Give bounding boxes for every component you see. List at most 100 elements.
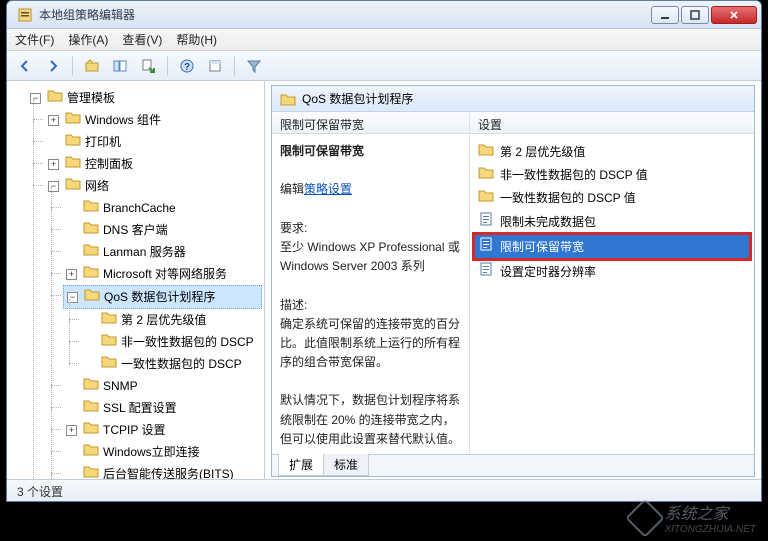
close-button[interactable] bbox=[711, 6, 757, 24]
expand-icon[interactable]: + bbox=[66, 269, 77, 280]
tree-item[interactable]: 打印机 bbox=[45, 131, 262, 153]
policy-icon bbox=[478, 211, 494, 232]
folder-icon bbox=[478, 165, 494, 184]
description-p1: 确定系统可保留的连接带宽的百分比。此值限制系统上运行的所有程序的组合带宽保留。 bbox=[280, 317, 460, 369]
folder-icon bbox=[280, 92, 296, 106]
tree-item-label: SSL 配置设置 bbox=[103, 398, 177, 418]
tree-pane[interactable]: − 管理模板 + Windows 组件打印机 + 控制面板 − 网络BranchCacheDN… bbox=[7, 81, 265, 479]
tree-item[interactable]: 一致性数据包的 DSCP bbox=[81, 353, 262, 375]
settings-item-label: 限制可保留带宽 bbox=[500, 238, 584, 256]
client-area: − 管理模板 + Windows 组件打印机 + 控制面板 − 网络BranchCacheDN… bbox=[7, 81, 761, 479]
folder-icon bbox=[83, 220, 99, 240]
collapse-icon[interactable]: − bbox=[30, 93, 41, 104]
tree-item[interactable]: 非一致性数据包的 DSCP bbox=[81, 331, 262, 353]
tree-item-label: TCPIP 设置 bbox=[103, 420, 165, 440]
menu-file[interactable]: 文件(F) bbox=[15, 31, 54, 48]
requirements-text: 至少 Windows XP Professional 或 Windows Ser… bbox=[280, 240, 460, 273]
tree-item[interactable]: 第 2 层优先级值 bbox=[81, 309, 262, 331]
tab-standard[interactable]: 标准 bbox=[323, 454, 369, 476]
tree-item[interactable]: − 网络 bbox=[45, 175, 262, 197]
tree-item[interactable]: −QoS 数据包计划程序 bbox=[63, 285, 262, 309]
description-label: 描述: bbox=[280, 298, 307, 312]
tree-item[interactable]: + TCPIP 设置 bbox=[63, 419, 262, 441]
menu-view[interactable]: 查看(V) bbox=[122, 31, 162, 48]
forward-button[interactable] bbox=[41, 54, 65, 78]
tree-item[interactable]: BranchCache bbox=[63, 197, 262, 219]
tab-extended[interactable]: 扩展 bbox=[278, 454, 324, 476]
app-icon bbox=[17, 7, 33, 23]
maximize-button[interactable] bbox=[681, 6, 709, 24]
tree-item-label: 管理模板 bbox=[67, 88, 115, 108]
requirements-label: 要求: bbox=[280, 221, 307, 235]
title-bar[interactable]: 本地组策略编辑器 bbox=[7, 1, 761, 29]
policy-name: 限制可保留带宽 bbox=[280, 142, 461, 161]
toolbar: ? bbox=[7, 51, 761, 81]
tree-root-item[interactable]: − 管理模板 bbox=[27, 87, 262, 109]
tree-item[interactable]: SNMP bbox=[63, 375, 262, 397]
expander-blank bbox=[66, 225, 77, 236]
collapse-icon[interactable]: − bbox=[48, 181, 59, 192]
right-header: QoS 数据包计划程序 bbox=[272, 86, 754, 112]
folder-icon bbox=[65, 110, 81, 130]
folder-icon bbox=[101, 332, 117, 352]
settings-item[interactable]: 非一致性数据包的 DSCP 值 bbox=[474, 163, 750, 186]
folder-icon bbox=[84, 287, 100, 307]
description-body: 限制可保留带宽 编辑策略设置 要求: 至少 Windows XP Profess… bbox=[272, 134, 469, 454]
tree-item-label: 网络 bbox=[85, 176, 109, 196]
tree-item-label: 非一致性数据包的 DSCP bbox=[121, 332, 254, 352]
toolbar-separator bbox=[234, 56, 235, 76]
minimize-button[interactable] bbox=[651, 6, 679, 24]
folder-icon bbox=[83, 464, 99, 479]
expand-icon[interactable]: + bbox=[66, 425, 77, 436]
tree-item-label: Microsoft 对等网络服务 bbox=[103, 264, 227, 284]
tree-item[interactable]: DNS 客户端 bbox=[63, 219, 262, 241]
watermark-icon bbox=[625, 498, 665, 538]
settings-item[interactable]: 限制可保留带宽 bbox=[474, 234, 750, 259]
up-button[interactable] bbox=[80, 54, 104, 78]
settings-item-label: 第 2 层优先级值 bbox=[500, 143, 585, 161]
description-p2: 默认情况下，数据包计划程序将系统限制在 20% 的连接带宽之内，但可以使用此设置… bbox=[280, 393, 460, 445]
folder-icon bbox=[83, 398, 99, 418]
menu-action[interactable]: 操作(A) bbox=[68, 31, 108, 48]
tree-item[interactable]: + 控制面板 bbox=[45, 153, 262, 175]
tree-item[interactable]: Windows立即连接 bbox=[63, 441, 262, 463]
filter-button[interactable] bbox=[242, 54, 266, 78]
tree-item-label: Lanman 服务器 bbox=[103, 242, 186, 262]
export-list-button[interactable] bbox=[136, 54, 160, 78]
settings-item[interactable]: 一致性数据包的 DSCP 值 bbox=[474, 186, 750, 209]
tree-item[interactable]: SSL 配置设置 bbox=[63, 397, 262, 419]
expand-icon[interactable]: + bbox=[48, 159, 59, 170]
window-buttons bbox=[651, 6, 757, 24]
tree-item-label: 控制面板 bbox=[85, 154, 133, 174]
menu-help[interactable]: 帮助(H) bbox=[176, 31, 217, 48]
help-button[interactable]: ? bbox=[175, 54, 199, 78]
desc-col-head: 限制可保留带宽 bbox=[272, 112, 469, 134]
settings-item[interactable]: 第 2 层优先级值 bbox=[474, 140, 750, 163]
watermark-main: 系统之家 bbox=[665, 506, 729, 523]
show-hide-tree-button[interactable] bbox=[108, 54, 132, 78]
settings-item[interactable]: 限制未完成数据包 bbox=[474, 209, 750, 234]
tabs-bar: 扩展 标准 bbox=[272, 454, 754, 476]
back-button[interactable] bbox=[13, 54, 37, 78]
settings-item[interactable]: 设置定时器分辨率 bbox=[474, 259, 750, 284]
tree-item[interactable]: 后台智能传送服务(BITS) bbox=[63, 463, 262, 479]
watermark-sub: XITONGZHIJIA.NET bbox=[665, 524, 757, 535]
tree-item-label: Windows 组件 bbox=[85, 110, 161, 130]
app-window: 本地组策略编辑器 文件(F) 操作(A) 查看(V) 帮助(H) ? − 管理模板… bbox=[6, 0, 762, 502]
properties-button[interactable] bbox=[203, 54, 227, 78]
expander-blank bbox=[66, 381, 77, 392]
settings-list[interactable]: 第 2 层优先级值非一致性数据包的 DSCP 值一致性数据包的 DSCP 值限制… bbox=[470, 134, 754, 290]
window-title: 本地组策略编辑器 bbox=[39, 6, 651, 23]
tree-item-label: QoS 数据包计划程序 bbox=[104, 287, 215, 307]
expand-icon[interactable]: + bbox=[48, 115, 59, 126]
edit-policy-link[interactable]: 策略设置 bbox=[304, 182, 352, 196]
tree-item-label: 一致性数据包的 DSCP bbox=[121, 354, 242, 374]
tree-item[interactable]: + Windows 组件 bbox=[45, 109, 262, 131]
status-bar: 3 个设置 bbox=[7, 479, 761, 501]
tree-item-label: DNS 客户端 bbox=[103, 220, 168, 240]
content-row: 限制可保留带宽 限制可保留带宽 编辑策略设置 要求: 至少 Windows XP… bbox=[272, 112, 754, 454]
folder-icon bbox=[478, 142, 494, 161]
tree-item[interactable]: + Microsoft 对等网络服务 bbox=[63, 263, 262, 285]
tree-item[interactable]: Lanman 服务器 bbox=[63, 241, 262, 263]
policy-icon bbox=[478, 236, 494, 257]
